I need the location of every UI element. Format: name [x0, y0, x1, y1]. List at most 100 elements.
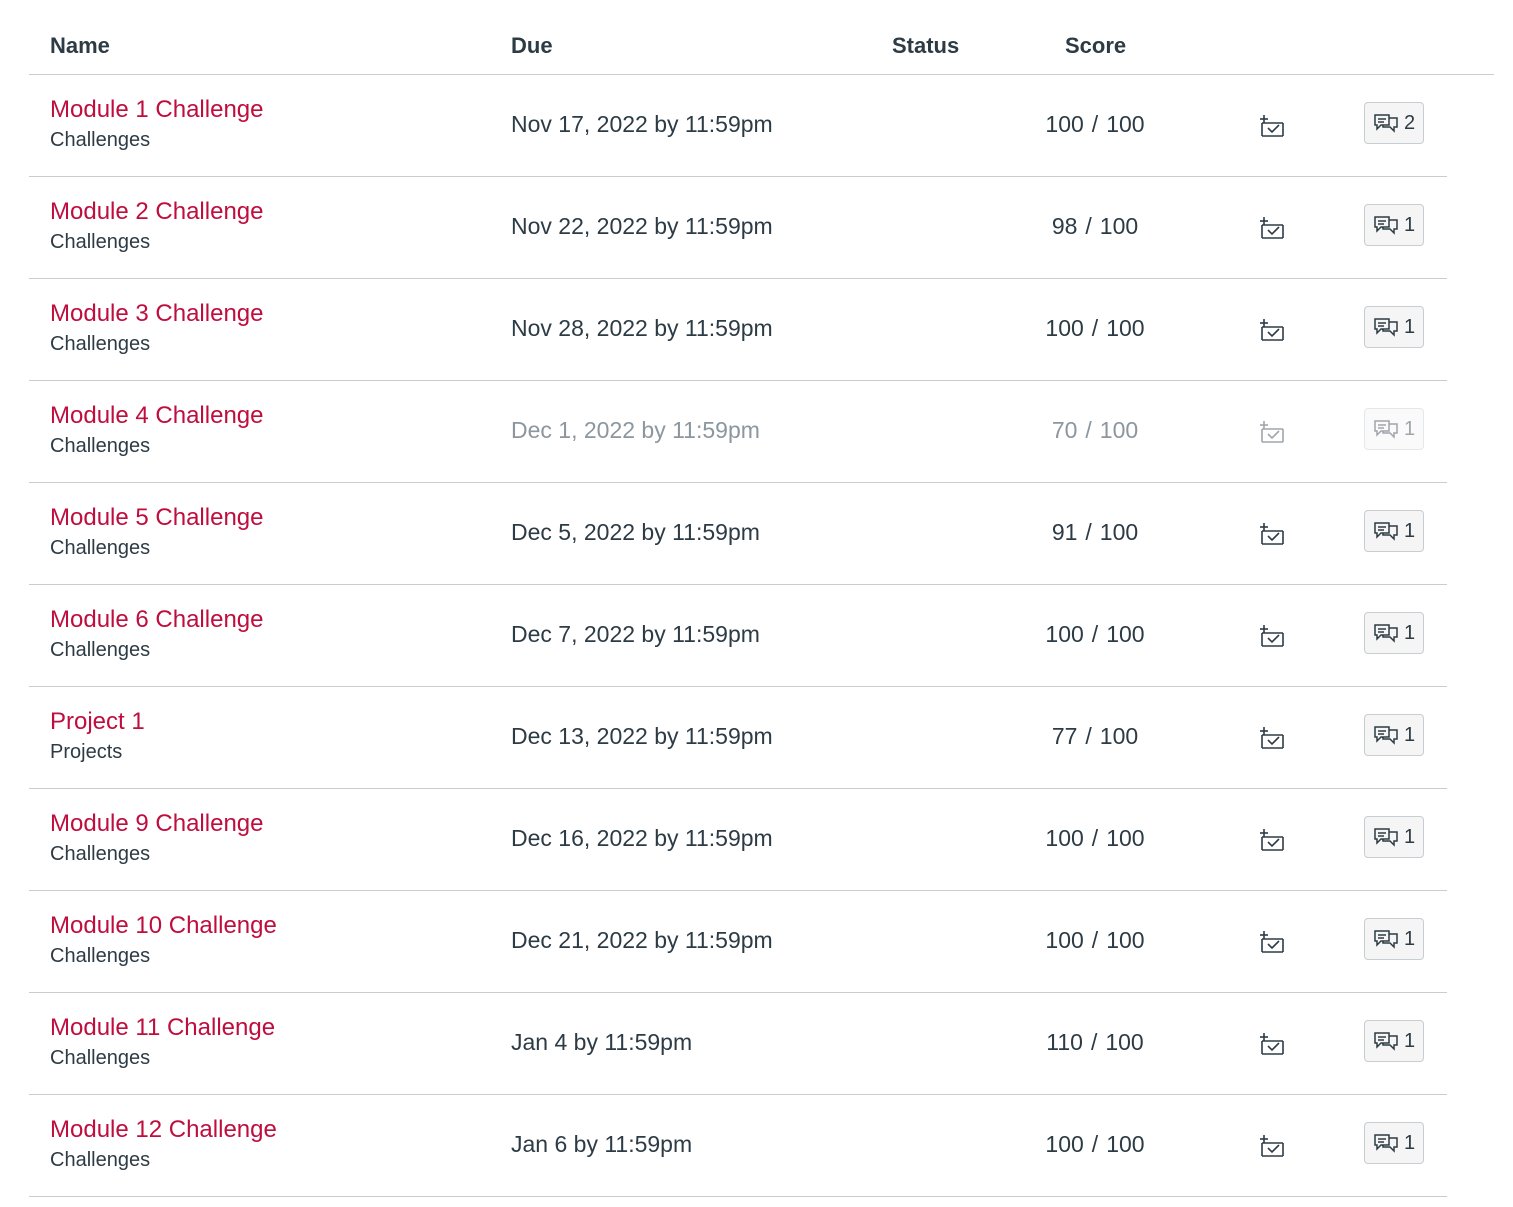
assignment-link[interactable]: Module 9 Challenge	[50, 810, 263, 838]
assignment-link[interactable]: Module 5 Challenge	[50, 504, 263, 532]
score-possible: 100	[1105, 1029, 1144, 1055]
comments-button[interactable]: 2	[1364, 102, 1424, 144]
comments-button[interactable]: 1	[1364, 1122, 1424, 1164]
whatif-grade-icon[interactable]	[1258, 214, 1286, 242]
score-separator: /	[1085, 519, 1092, 545]
comments-button[interactable]: 1	[1364, 306, 1424, 348]
score: 100 / 100	[995, 111, 1195, 138]
assignment-link[interactable]: Module 3 Challenge	[50, 300, 263, 328]
comments-button[interactable]: 1	[1364, 918, 1424, 960]
assignment-link[interactable]: Module 4 Challenge	[50, 402, 263, 430]
table-row: Module 9 Challenge Challenges Dec 16, 20…	[29, 789, 1447, 891]
comment-count: 1	[1403, 519, 1416, 542]
assignment-link[interactable]: Project 1	[50, 708, 145, 736]
due-date: Dec 13, 2022 by 11:59pm	[511, 723, 773, 749]
whatif-grade-icon[interactable]	[1258, 1030, 1286, 1058]
comment-count: 1	[1403, 1029, 1416, 1052]
assignment-link[interactable]: Module 11 Challenge	[50, 1014, 275, 1042]
score: 100 / 100	[995, 621, 1195, 648]
table-row: Module 12 Challenge Challenges Jan 6 by …	[29, 1095, 1447, 1197]
whatif-grade-icon[interactable]	[1258, 112, 1286, 140]
score-separator: /	[1085, 417, 1092, 443]
due-date: Nov 17, 2022 by 11:59pm	[511, 111, 773, 137]
score-possible: 100	[1106, 621, 1145, 647]
table-header: Name Due Status Score	[29, 0, 1494, 75]
score-earned: 100	[1045, 1131, 1084, 1157]
assignment-link[interactable]: Module 2 Challenge	[50, 198, 263, 226]
comment-icon	[1374, 930, 1398, 949]
header-status[interactable]: Status	[892, 33, 959, 59]
comment-count: 2	[1403, 111, 1416, 134]
score-earned: 98	[1051, 213, 1078, 239]
due-date: Nov 28, 2022 by 11:59pm	[511, 315, 773, 341]
comment-count: 1	[1403, 927, 1416, 950]
comment-icon	[1374, 726, 1398, 745]
comments-button[interactable]: 1	[1364, 204, 1424, 246]
score-possible: 100	[1099, 417, 1139, 443]
grades-table: Name Due Status Score Module 1 Challenge…	[29, 0, 1494, 1197]
comments-button[interactable]: 1	[1364, 612, 1424, 654]
score: 100 / 100	[995, 825, 1195, 852]
whatif-grade-icon[interactable]	[1258, 418, 1286, 446]
score: 110 / 100	[995, 1029, 1195, 1056]
assignment-link[interactable]: Module 6 Challenge	[50, 606, 263, 634]
score-possible: 100	[1099, 519, 1139, 545]
due-date: Nov 22, 2022 by 11:59pm	[511, 213, 773, 239]
comment-count: 1	[1403, 315, 1416, 338]
comment-icon	[1374, 522, 1398, 541]
whatif-grade-icon[interactable]	[1258, 724, 1286, 752]
comments-button[interactable]: 1	[1364, 816, 1424, 858]
comments-button[interactable]: 1	[1364, 510, 1424, 552]
assignment-link[interactable]: Module 12 Challenge	[50, 1116, 277, 1144]
score-separator: /	[1091, 111, 1099, 137]
whatif-grade-icon[interactable]	[1258, 316, 1286, 344]
table-row: Module 5 Challenge Challenges Dec 5, 202…	[29, 483, 1447, 585]
table-row: Module 1 Challenge Challenges Nov 17, 20…	[29, 75, 1447, 177]
comment-icon	[1374, 318, 1398, 337]
score-earned: 100	[1045, 315, 1084, 341]
score-earned: 91	[1051, 519, 1078, 545]
comments-button[interactable]: 1	[1364, 1020, 1424, 1062]
header-score[interactable]: Score	[1065, 33, 1126, 59]
score: 100 / 100	[995, 1131, 1195, 1158]
table-body: Module 1 Challenge Challenges Nov 17, 20…	[29, 75, 1494, 1197]
comment-count: 1	[1403, 417, 1416, 440]
header-due[interactable]: Due	[511, 33, 553, 59]
table-row: Module 10 Challenge Challenges Dec 21, 2…	[29, 891, 1447, 993]
score-earned: 100	[1045, 621, 1084, 647]
score-separator: /	[1091, 315, 1099, 341]
assignment-link[interactable]: Module 10 Challenge	[50, 912, 277, 940]
whatif-grade-icon[interactable]	[1258, 928, 1286, 956]
score-earned: 100	[1045, 825, 1084, 851]
table-row: Module 11 Challenge Challenges Jan 4 by …	[29, 993, 1447, 1095]
comment-icon	[1374, 1032, 1398, 1051]
score-possible: 100	[1106, 1131, 1145, 1157]
assignment-category: Challenges	[50, 1047, 151, 1069]
whatif-grade-icon[interactable]	[1258, 826, 1286, 854]
score-possible: 100	[1106, 825, 1145, 851]
due-date: Dec 7, 2022 by 11:59pm	[511, 621, 760, 647]
header-name[interactable]: Name	[50, 33, 110, 59]
whatif-grade-icon[interactable]	[1258, 622, 1286, 650]
comment-icon	[1374, 624, 1398, 643]
assignment-link[interactable]: Module 1 Challenge	[50, 96, 263, 124]
score-separator: /	[1091, 621, 1099, 647]
table-row: Module 2 Challenge Challenges Nov 22, 20…	[29, 177, 1447, 279]
score: 77 / 100	[995, 723, 1195, 750]
score-earned: 77	[1051, 723, 1078, 749]
due-date: Dec 5, 2022 by 11:59pm	[511, 519, 760, 545]
score-separator: /	[1091, 825, 1099, 851]
score-possible: 100	[1106, 927, 1145, 953]
assignment-category: Challenges	[50, 537, 151, 559]
comments-button[interactable]: 1	[1364, 714, 1424, 756]
whatif-grade-icon[interactable]	[1258, 520, 1286, 548]
score-earned: 100	[1045, 111, 1084, 137]
comments-button[interactable]: 1	[1364, 408, 1424, 450]
comment-count: 1	[1403, 1131, 1416, 1154]
comment-icon	[1374, 828, 1398, 847]
due-date: Jan 6 by 11:59pm	[511, 1131, 693, 1157]
table-row: Module 3 Challenge Challenges Nov 28, 20…	[29, 279, 1447, 381]
whatif-grade-icon[interactable]	[1258, 1132, 1286, 1160]
due-date: Jan 4 by 11:59pm	[511, 1029, 693, 1055]
score-separator: /	[1090, 1029, 1098, 1055]
